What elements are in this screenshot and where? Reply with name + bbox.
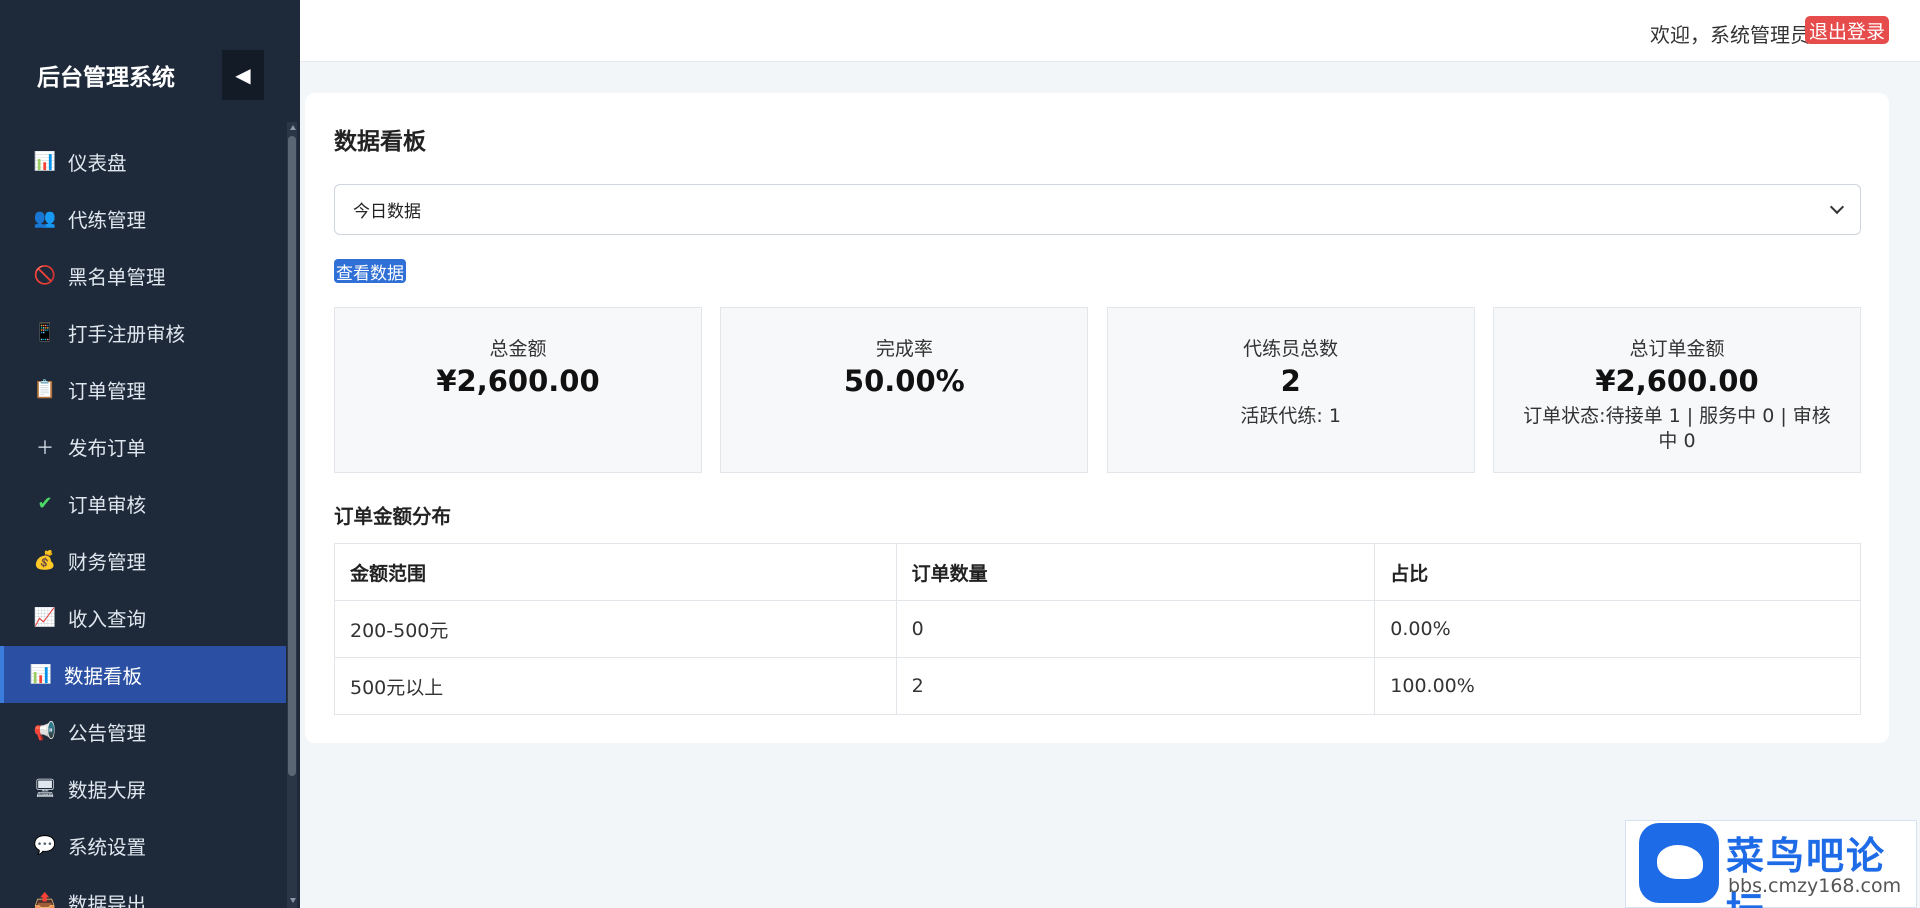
sidebar-item-label: 订单审核 (68, 494, 147, 517)
sidebar-item-label: 数据导出 (68, 893, 147, 908)
table-cell: 0 (895, 600, 1376, 658)
collapse-sidebar-button[interactable]: ◀ (222, 50, 264, 100)
bird-logo-icon (1639, 823, 1719, 903)
sidebar-item-label: 数据大屏 (68, 779, 147, 802)
distribution-table: 金额范围 订单数量 占比 200-500元 0 0.00% 500元以上 2 1… (334, 543, 1861, 715)
sidebar-item-orders[interactable]: 📋 订单管理 (0, 361, 286, 418)
sidebar-item-data-board[interactable]: 📊 数据看板 (0, 646, 286, 703)
brand-title: 后台管理系统 (37, 65, 175, 91)
check-icon: ✔ (37, 493, 53, 514)
welcome-text: 欢迎，系统管理员 (1650, 23, 1810, 47)
stat-value: ¥2,600.00 (436, 364, 600, 398)
sidebar-item-announcements[interactable]: 📢 公告管理 (0, 703, 286, 760)
sidebar-menu: 📊 仪表盘 👥 代练管理 🚫 黑名单管理 📱 打手注册审核 📋 订单管理 ＋ 发… (0, 133, 286, 908)
table-row: 200-500元 0 0.00% (334, 600, 1861, 658)
sidebar-item-label: 代练管理 (68, 209, 147, 232)
sidebar-item-label: 仪表盘 (68, 152, 127, 175)
table-cell: 200-500元 (334, 600, 897, 658)
sidebar-item-order-review[interactable]: ✔ 订单审核 (0, 475, 286, 532)
phone-icon: 📱 (33, 322, 57, 343)
period-select-value: 今日数据 (353, 202, 421, 222)
view-data-button[interactable]: 查看数据 (334, 259, 406, 284)
monitor-icon: 🖥 (33, 778, 57, 799)
trend-icon: 📈 (33, 607, 57, 628)
money-bag-icon: 💰 (33, 550, 57, 571)
stat-card-booster-count: 代练员总数 2 活跃代练: 1 (1106, 307, 1475, 473)
sidebar-item-boosters[interactable]: 👥 代练管理 (0, 190, 286, 247)
sidebar: 后台管理系统 ◀ 📊 仪表盘 👥 代练管理 🚫 黑名单管理 📱 打手注册审核 📋… (0, 0, 300, 908)
sidebar-item-income[interactable]: 📈 收入查询 (0, 589, 286, 646)
sidebar-item-export[interactable]: 📤 数据导出 (0, 874, 286, 908)
speech-bubble-icon: 💬 (33, 835, 57, 856)
forum-watermark: 菜鸟吧论坛 bbs.cmzy168.com (1625, 820, 1917, 908)
stat-value: 50.00% (843, 364, 965, 398)
export-icon: 📤 (33, 892, 57, 908)
sidebar-item-label: 订单管理 (68, 380, 147, 403)
table-header-row: 金额范围 订单数量 占比 (334, 543, 1861, 601)
sidebar-item-label: 黑名单管理 (68, 266, 166, 289)
scrollbar-thumb[interactable] (288, 136, 296, 776)
sidebar-item-label: 系统设置 (68, 836, 147, 859)
stat-card-total-order-amount: 总订单金额 ¥2,600.00 订单状态:待接单 1 | 服务中 0 | 审核中… (1492, 307, 1861, 473)
stat-label: 总订单金额 (1629, 338, 1725, 360)
chevron-down-icon (1829, 199, 1845, 215)
bird-shape (1657, 845, 1703, 879)
table-row: 500元以上 2 100.00% (334, 657, 1861, 715)
logout-button[interactable]: 退出登录 (1804, 16, 1889, 44)
sidebar-item-big-screen[interactable]: 🖥 数据大屏 (0, 760, 286, 817)
stat-value: 2 (1280, 364, 1301, 398)
sidebar-item-label: 公告管理 (68, 722, 147, 745)
top-bar: 欢迎，系统管理员 退出登录 (300, 0, 1920, 62)
sidebar-item-registration-review[interactable]: 📱 打手注册审核 (0, 304, 286, 361)
sidebar-item-finance[interactable]: 💰 财务管理 (0, 532, 286, 589)
users-icon: 👥 (33, 208, 57, 229)
scroll-down-icon[interactable] (290, 898, 296, 903)
stat-subtext: 订单状态:待接单 1 | 服务中 0 | 审核中 0 (1523, 405, 1831, 452)
stat-value: ¥2,600.00 (1595, 364, 1759, 398)
sidebar-item-blacklist[interactable]: 🚫 黑名单管理 (0, 247, 286, 304)
sidebar-scrollbar[interactable] (287, 122, 297, 908)
megaphone-icon: 📢 (33, 721, 57, 742)
column-header: 占比 (1374, 543, 1861, 601)
stat-label: 完成率 (875, 338, 933, 360)
distribution-title: 订单金额分布 (334, 505, 452, 528)
stat-label: 总金额 (489, 338, 547, 360)
chart-icon: 📊 (33, 151, 57, 172)
stat-card-completion-rate: 完成率 50.00% (720, 307, 1089, 473)
chart-icon: 📊 (29, 664, 53, 685)
table-cell: 0.00% (1374, 600, 1861, 658)
data-board-card: 数据看板 今日数据 查看数据 总金额 ¥2,600.00 完成率 50.00% … (305, 93, 1889, 743)
column-header: 金额范围 (334, 543, 897, 601)
table-cell: 2 (895, 657, 1376, 715)
table-cell: 100.00% (1374, 657, 1861, 715)
stats-row: 总金额 ¥2,600.00 完成率 50.00% 代练员总数 2 活跃代练: 1… (334, 307, 1861, 473)
watermark-url: bbs.cmzy168.com (1728, 875, 1902, 897)
period-select[interactable]: 今日数据 (334, 184, 1861, 235)
scroll-up-icon[interactable] (290, 125, 296, 130)
stat-label: 代练员总数 (1243, 338, 1339, 360)
stat-card-total-amount: 总金额 ¥2,600.00 (334, 307, 702, 473)
page-title: 数据看板 (334, 129, 426, 155)
sidebar-item-label: 发布订单 (68, 437, 147, 460)
sidebar-item-dashboard[interactable]: 📊 仪表盘 (0, 133, 286, 190)
sidebar-header: 后台管理系统 ◀ (0, 0, 300, 150)
column-header: 订单数量 (895, 543, 1376, 601)
sidebar-item-label: 打手注册审核 (68, 323, 186, 346)
prohibited-icon: 🚫 (33, 265, 57, 286)
sidebar-item-settings[interactable]: 💬 系统设置 (0, 817, 286, 874)
sidebar-item-label: 数据看板 (64, 665, 143, 688)
table-cell: 500元以上 (334, 657, 897, 715)
sidebar-item-publish-order[interactable]: ＋ 发布订单 (0, 418, 286, 475)
plus-icon: ＋ (36, 437, 54, 459)
clipboard-icon: 📋 (33, 379, 57, 400)
sidebar-item-label: 收入查询 (68, 608, 147, 631)
stat-subtext: 活跃代练: 1 (1240, 405, 1341, 427)
sidebar-item-label: 财务管理 (68, 551, 147, 574)
